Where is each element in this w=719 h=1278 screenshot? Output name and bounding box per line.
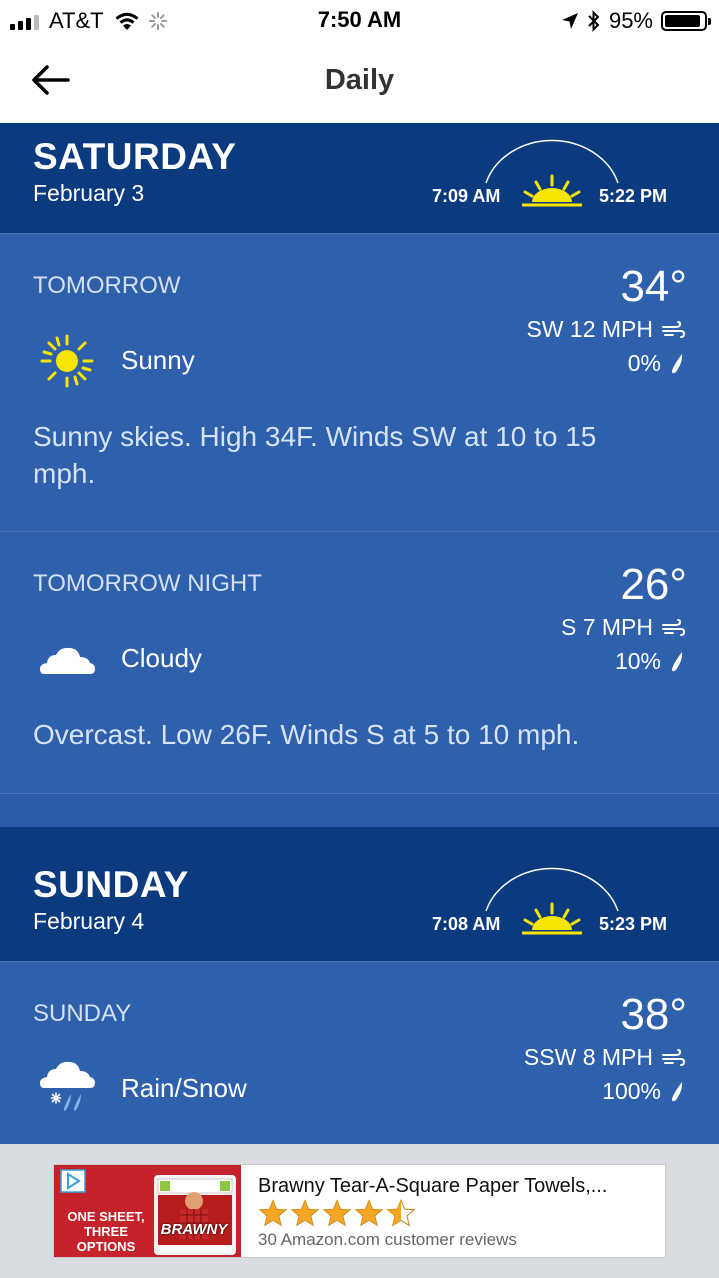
wind-value: SSW 8 MPH [523,1044,653,1070]
period-wind: SSW 8 MPH [524,1044,685,1071]
daily-forecast-list[interactable]: SATURDAY February 3 7:09 AM 5:22 PM TOMO… [0,123,719,1144]
sunset-time: 5:22 PM [599,186,668,206]
period-temperature: 34° [620,262,687,311]
section-divider [0,793,719,827]
day-name: SATURDAY [33,136,237,177]
period-description: Sunny skies. High 34F. Winds SW at 10 to… [33,421,597,489]
period-label: TOMORROW NIGHT [33,570,262,597]
period-label: SUNDAY [33,1000,132,1027]
ad-star-rating [258,1199,416,1227]
wind-value: S 7 MPH [560,614,653,640]
sunset-time: 5:23 PM [599,914,668,934]
period-condition: Sunny [121,345,195,375]
day-name: SUNDAY [33,864,189,905]
ad-brand-logo: BRAWNY [160,1221,228,1238]
bluetooth-icon [588,10,600,32]
wind-icon [662,1048,685,1066]
raindrop-icon [672,353,683,373]
ad-tagline: ONE SHEET, THREE OPTIONS [67,1209,145,1254]
paper-towel-product-image [154,1175,236,1255]
sun-icon [40,334,94,388]
period-temperature: 26° [620,560,687,609]
nav-bar: Daily [0,40,719,123]
period-wind: SW 12 MPH [526,316,685,343]
period-wind: S 7 MPH [561,614,685,641]
forecast-period-sunday[interactable]: SUNDAY 38° SSW 8 MPH 100% Rain/Snow [0,961,719,1144]
status-bar: AT&T 7:50 AM 95% [0,0,719,40]
back-button[interactable] [28,62,72,98]
star-icon [258,1199,288,1227]
forecast-period-tomorrow-night[interactable]: TOMORROW NIGHT 26° S 7 MPH 10% Cloudy Ov… [0,531,719,793]
period-temperature: 38° [620,990,687,1039]
ad-image[interactable]: ONE SHEET, THREE OPTIONS BRAWNY [54,1165,241,1257]
precip-value: 10% [614,648,661,674]
half-star-icon [386,1199,416,1227]
raindrop-icon [672,651,683,671]
period-precipitation: 0% [628,350,685,377]
forecast-period-tomorrow[interactable]: TOMORROW 34° SW 12 MPH 0% Sunny Sunny sk… [0,233,719,531]
sunrise-time: 7:09 AM [432,186,501,206]
star-icon [354,1199,384,1227]
period-label: TOMORROW [33,272,181,299]
ad-bar: ONE SHEET, THREE OPTIONS BRAWNY Brawny T… [0,1144,719,1278]
sunrise-time: 7:08 AM [432,914,501,934]
ad-banner[interactable]: ONE SHEET, THREE OPTIONS BRAWNY Brawny T… [53,1164,666,1258]
period-condition: Cloudy [121,643,202,673]
wind-value: SW 12 MPH [526,316,653,342]
ad-review-count: 30 Amazon.com customer reviews [258,1230,517,1249]
cloud-icon [40,647,95,674]
day-date: February 4 [33,908,145,934]
star-icon [290,1199,320,1227]
star-icon [322,1199,352,1227]
location-arrow-icon [561,13,578,29]
ad-title[interactable]: Brawny Tear-A-Square Paper Towels,... [258,1175,607,1198]
battery-percent: 95% [608,8,653,33]
page-title: Daily [324,64,395,96]
ad-choices-icon[interactable] [60,1169,86,1193]
rain-snow-icon [40,1061,95,1111]
battery-icon [661,11,711,31]
day-header-sunday: SUNDAY February 4 7:08 AM 5:23 PM [0,827,719,961]
raindrop-icon [672,1081,683,1101]
wind-icon [662,618,685,636]
back-arrow-icon [32,65,70,95]
period-condition: Rain/Snow [121,1073,247,1103]
precip-value: 0% [627,350,661,376]
period-precipitation: 100% [602,1078,685,1105]
wind-icon [662,320,685,338]
period-precipitation: 10% [615,648,685,675]
day-header-saturday: SATURDAY February 3 7:09 AM 5:22 PM [0,123,719,233]
precip-value: 100% [602,1078,661,1104]
period-description: Overcast. Low 26F. Winds S at 5 to 10 mp… [33,719,580,750]
day-date: February 3 [33,180,145,206]
